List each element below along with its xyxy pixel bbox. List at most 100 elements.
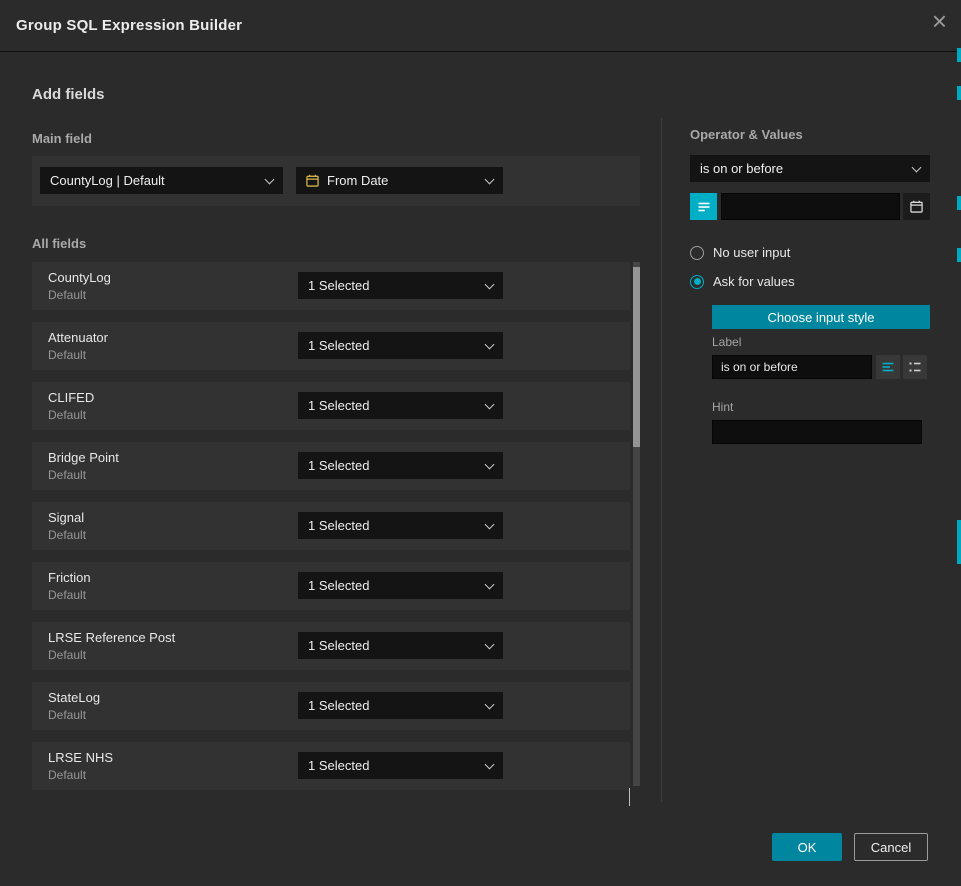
chevron-down-icon [485,279,495,289]
hint-input[interactable] [712,420,922,444]
chevron-down-icon [485,639,495,649]
scrollbar-track[interactable] [633,262,640,786]
group-sql-expression-builder-dialog: Group SQL Expression Builder × Add field… [0,0,961,886]
ok-button[interactable]: OK [772,833,842,861]
main-field-dropdown[interactable]: From Date [296,167,503,194]
field-selection-dropdown[interactable]: 1 Selected [298,632,503,659]
single-line-input-style-button[interactable] [876,355,900,379]
chevron-down-icon [485,339,495,349]
field-name: CLIFED [48,390,94,405]
field-row: Signal Default 1 Selected [32,502,630,550]
field-name: StateLog [48,690,100,705]
chevron-down-icon [485,759,495,769]
field-selection-label: 1 Selected [308,578,369,593]
page-edge-artifact [957,86,961,100]
hint-caption: Hint [712,400,733,414]
field-subtitle: Default [48,708,86,722]
field-name: LRSE Reference Post [48,630,175,645]
calendar-icon [910,200,923,213]
main-field-heading: Main field [32,131,92,146]
all-fields-heading: All fields [32,236,86,251]
scroll-down-icon[interactable] [627,788,639,800]
page-edge-artifact [957,48,961,62]
field-row: LRSE NHS Default 1 Selected [32,742,630,790]
field-subtitle: Default [48,528,86,542]
field-selection-label: 1 Selected [308,698,369,713]
vertical-divider [661,118,662,802]
scrollbar-thumb[interactable] [633,267,640,447]
page-edge-artifact [957,196,961,210]
chevron-down-icon [485,174,495,184]
field-subtitle: Default [48,468,86,482]
dialog-header: Group SQL Expression Builder [0,0,961,52]
chevron-down-icon [629,788,630,806]
operator-dropdown-value: is on or before [700,161,783,176]
field-name: Bridge Point [48,450,119,465]
main-field-row: CountyLog | Default From Date [32,156,640,206]
cancel-button[interactable]: Cancel [854,833,928,861]
operator-dropdown[interactable]: is on or before [690,155,930,182]
field-name: Attenuator [48,330,108,345]
label-caption: Label [712,335,741,349]
field-selection-dropdown[interactable]: 1 Selected [298,332,503,359]
all-fields-list: CountyLog Default 1 Selected Attenuator … [32,262,630,802]
field-name: Signal [48,510,84,525]
field-row: Friction Default 1 Selected [32,562,630,610]
chevron-down-icon [265,174,275,184]
layer-dropdown-value: CountyLog | Default [50,173,165,188]
ask-for-values-radio[interactable]: Ask for values [690,274,795,289]
radio-selected-icon [690,275,704,289]
dialog-title: Group SQL Expression Builder [16,17,242,34]
value-input[interactable] [721,193,900,220]
field-selection-label: 1 Selected [308,458,369,473]
field-row: CountyLog Default 1 Selected [32,262,630,310]
field-selection-dropdown[interactable]: 1 Selected [298,752,503,779]
chevron-down-icon [485,699,495,709]
field-subtitle: Default [48,348,86,362]
field-row: CLIFED Default 1 Selected [32,382,630,430]
field-selection-label: 1 Selected [308,638,369,653]
close-icon[interactable]: × [932,8,947,34]
field-selection-dropdown[interactable]: 1 Selected [298,572,503,599]
field-subtitle: Default [48,288,86,302]
field-selection-label: 1 Selected [308,398,369,413]
main-field-dropdown-value: From Date [327,173,388,188]
field-selection-dropdown[interactable]: 1 Selected [298,272,503,299]
field-row: LRSE Reference Post Default 1 Selected [32,622,630,670]
field-name: LRSE NHS [48,750,113,765]
page-edge-artifact [957,248,961,262]
field-row: Attenuator Default 1 Selected [32,322,630,370]
list-input-icon [908,360,922,374]
list-input-style-button[interactable] [903,355,927,379]
operator-values-heading: Operator & Values [690,127,803,142]
field-selection-dropdown[interactable]: 1 Selected [298,512,503,539]
field-name: CountyLog [48,270,111,285]
single-line-input-icon [881,360,895,374]
field-subtitle: Default [48,768,86,782]
field-selection-dropdown[interactable]: 1 Selected [298,692,503,719]
chevron-down-icon [485,459,495,469]
chevron-down-icon [485,579,495,589]
choose-input-style-button[interactable]: Choose input style [712,305,930,329]
label-input[interactable] [712,355,872,379]
chevron-down-icon [485,519,495,529]
field-selection-dropdown[interactable]: 1 Selected [298,392,503,419]
field-subtitle: Default [48,648,86,662]
page-edge-artifact [957,520,961,564]
field-row: StateLog Default 1 Selected [32,682,630,730]
value-list-icon [697,200,711,214]
chevron-down-icon [912,162,922,172]
field-row: Bridge Point Default 1 Selected [32,442,630,490]
calendar-picker-button[interactable] [903,193,930,220]
ask-for-values-label: Ask for values [713,274,795,289]
field-subtitle: Default [48,408,86,422]
add-fields-heading: Add fields [32,86,105,103]
no-user-input-radio[interactable]: No user input [690,245,790,260]
radio-icon [690,246,704,260]
value-list-button[interactable] [690,193,717,220]
layer-dropdown[interactable]: CountyLog | Default [40,167,283,194]
field-selection-label: 1 Selected [308,338,369,353]
field-selection-label: 1 Selected [308,518,369,533]
field-selection-dropdown[interactable]: 1 Selected [298,452,503,479]
field-selection-label: 1 Selected [308,278,369,293]
